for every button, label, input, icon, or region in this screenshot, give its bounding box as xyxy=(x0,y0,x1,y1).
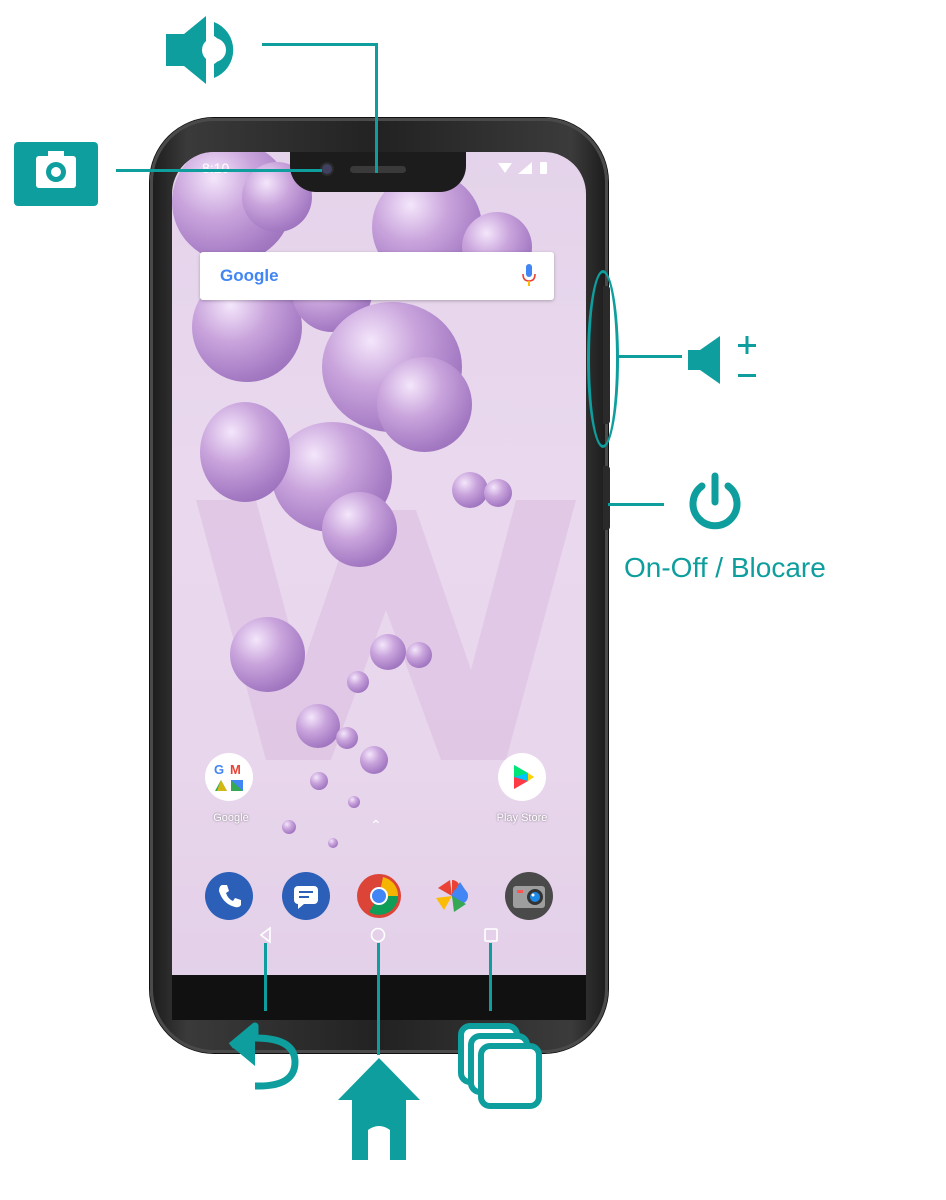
speaker-leader-line xyxy=(375,43,378,173)
signal-icon xyxy=(518,162,532,174)
home-icon xyxy=(338,1058,420,1160)
home-circle-icon[interactable] xyxy=(368,925,388,945)
bubble xyxy=(322,492,397,567)
bubble xyxy=(296,704,340,748)
power-caption: On-Off / Blocare xyxy=(624,552,826,583)
power-leader-line xyxy=(608,503,664,506)
app-drawer-chevron-icon[interactable]: ⌃ xyxy=(370,817,382,834)
status-time: 8:10 xyxy=(202,160,230,176)
photos-icon[interactable] xyxy=(428,872,476,920)
volume-leader-line xyxy=(618,355,682,358)
bubble xyxy=(328,838,338,848)
phone-icon[interactable] xyxy=(205,872,253,920)
bubble xyxy=(452,472,488,508)
bubble xyxy=(282,820,296,834)
mic-icon[interactable] xyxy=(522,264,536,288)
status-icons xyxy=(498,162,547,174)
speaker-icon xyxy=(166,16,234,84)
back-arrow-icon xyxy=(228,1022,299,1090)
bubble xyxy=(310,772,328,790)
svg-text:M: M xyxy=(230,762,241,777)
recent-apps-icon xyxy=(458,1023,542,1109)
power-icon xyxy=(689,472,741,530)
bubble xyxy=(347,671,369,693)
bubble xyxy=(406,642,432,668)
volume-plus-minus-icon xyxy=(688,336,756,384)
bubble xyxy=(200,402,290,502)
camera-app-icon[interactable] xyxy=(505,872,553,920)
messages-icon[interactable] xyxy=(282,872,330,920)
bubble xyxy=(348,796,360,808)
app-label-google: Google xyxy=(213,812,249,824)
camera-icon xyxy=(14,142,98,206)
back-leader-line xyxy=(264,943,267,1011)
speaker-leader-line xyxy=(262,43,378,46)
google-folder-icon[interactable]: G M xyxy=(205,753,253,801)
google-logo: Google xyxy=(220,266,279,285)
svg-text:G: G xyxy=(214,762,224,777)
bubble xyxy=(377,357,472,452)
bubble xyxy=(336,727,358,749)
bubble xyxy=(360,746,388,774)
home-leader-line xyxy=(377,943,380,1055)
bubble xyxy=(230,617,305,692)
recents-square-icon[interactable] xyxy=(481,925,501,945)
front-camera-lens xyxy=(322,164,332,174)
google-search-widget[interactable]: Google xyxy=(200,252,554,300)
wifi-icon xyxy=(498,163,512,173)
back-icon[interactable] xyxy=(256,925,276,945)
recents-leader-line xyxy=(489,943,492,1011)
volume-highlight-ellipse xyxy=(587,270,619,448)
app-label-play-store: Play Store xyxy=(496,812,548,824)
power-button[interactable] xyxy=(603,466,610,530)
earpiece-speaker xyxy=(350,166,406,173)
chrome-icon[interactable] xyxy=(355,872,403,920)
battery-icon xyxy=(540,162,547,174)
play-store-icon[interactable] xyxy=(498,753,546,801)
bubble xyxy=(370,634,406,670)
bubble xyxy=(484,479,512,507)
camera-leader-line xyxy=(116,169,322,172)
